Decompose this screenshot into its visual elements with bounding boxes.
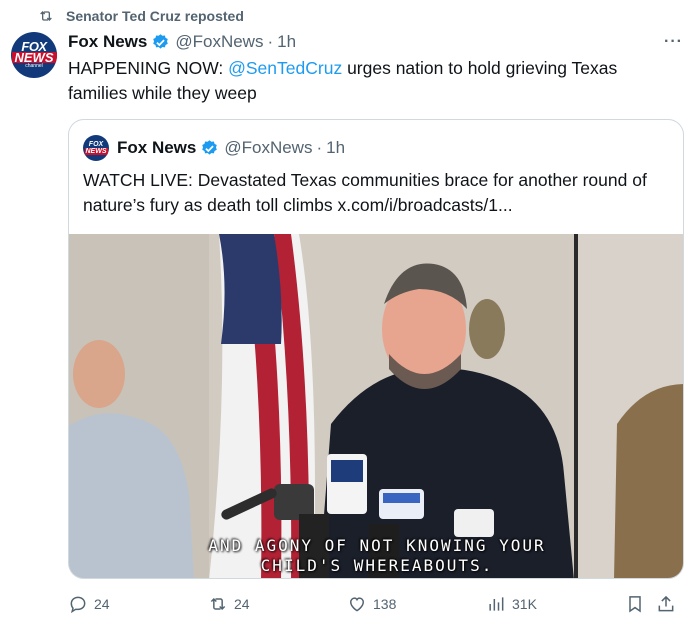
action-bar: 24 24 138 31K: [0, 594, 700, 620]
reply-count: 24: [94, 596, 110, 612]
quoted-logo-text-fox: FOX: [88, 141, 104, 148]
repost-icon: [40, 11, 52, 21]
reply-button[interactable]: 24: [68, 594, 110, 614]
share-button[interactable]: [656, 594, 676, 614]
share-icon: [658, 595, 674, 612]
like-count: 138: [373, 596, 397, 612]
quoted-tweet-header: FOX NEWS Fox News @FoxNews · 1h: [83, 135, 345, 161]
repost-icon: [210, 597, 226, 611]
bookmark-button[interactable]: [625, 594, 645, 614]
caption-line-2: CHILD'S WHEREABOUTS.: [260, 556, 494, 575]
views-button[interactable]: 31K: [486, 594, 537, 614]
timestamp[interactable]: 1h: [277, 32, 296, 52]
bookmark-icon: [629, 596, 641, 613]
quoted-avatar[interactable]: FOX NEWS: [83, 135, 109, 161]
logo-text-channel: channel: [25, 63, 43, 69]
quoted-author-name[interactable]: Fox News: [117, 138, 196, 158]
author-handle[interactable]: @FoxNews: [175, 32, 263, 52]
repost-button[interactable]: 24: [208, 594, 250, 614]
quoted-author-handle[interactable]: @FoxNews: [224, 138, 312, 158]
verified-badge-icon: [202, 139, 218, 155]
separator-dot: ·: [267, 32, 274, 51]
repost-count: 24: [234, 596, 250, 612]
more-options-button[interactable]: ···: [664, 33, 683, 51]
repost-context[interactable]: Senator Ted Cruz reposted: [38, 7, 244, 25]
verified-badge-icon: [153, 33, 169, 49]
quoted-tweet-card[interactable]: FOX NEWS Fox News @FoxNews · 1h WATCH LI…: [68, 119, 684, 579]
author-name[interactable]: Fox News: [68, 32, 147, 52]
quoted-timestamp[interactable]: 1h: [326, 138, 345, 158]
tweet-header: Fox News @FoxNews · 1h: [68, 31, 296, 53]
repost-label: Senator Ted Cruz reposted: [66, 8, 244, 24]
analytics-icon: [489, 597, 504, 611]
view-count: 31K: [512, 596, 537, 612]
like-button[interactable]: 138: [347, 594, 396, 614]
tweet-text-prefix: HAPPENING NOW:: [68, 58, 229, 78]
logo-text-news: NEWS: [11, 51, 57, 64]
quoted-tweet-text: WATCH LIVE: Devastated Texas communities…: [83, 170, 647, 215]
tweet-text: HAPPENING NOW: @SenTedCruz urges nation …: [68, 56, 678, 106]
reply-icon: [70, 596, 86, 614]
press-conference-image: [69, 234, 683, 578]
quoted-logo-text-news: NEWS: [84, 148, 108, 155]
heart-icon: [349, 597, 365, 612]
avatar[interactable]: FOX NEWS channel: [11, 32, 57, 78]
video-thumbnail[interactable]: AND AGONY OF NOT KNOWING YOUR CHILD'S WH…: [69, 234, 683, 578]
separator-dot: ·: [316, 138, 323, 157]
mention-link[interactable]: @SenTedCruz: [228, 58, 342, 78]
caption-line-1: AND AGONY OF NOT KNOWING YOUR: [208, 536, 546, 555]
